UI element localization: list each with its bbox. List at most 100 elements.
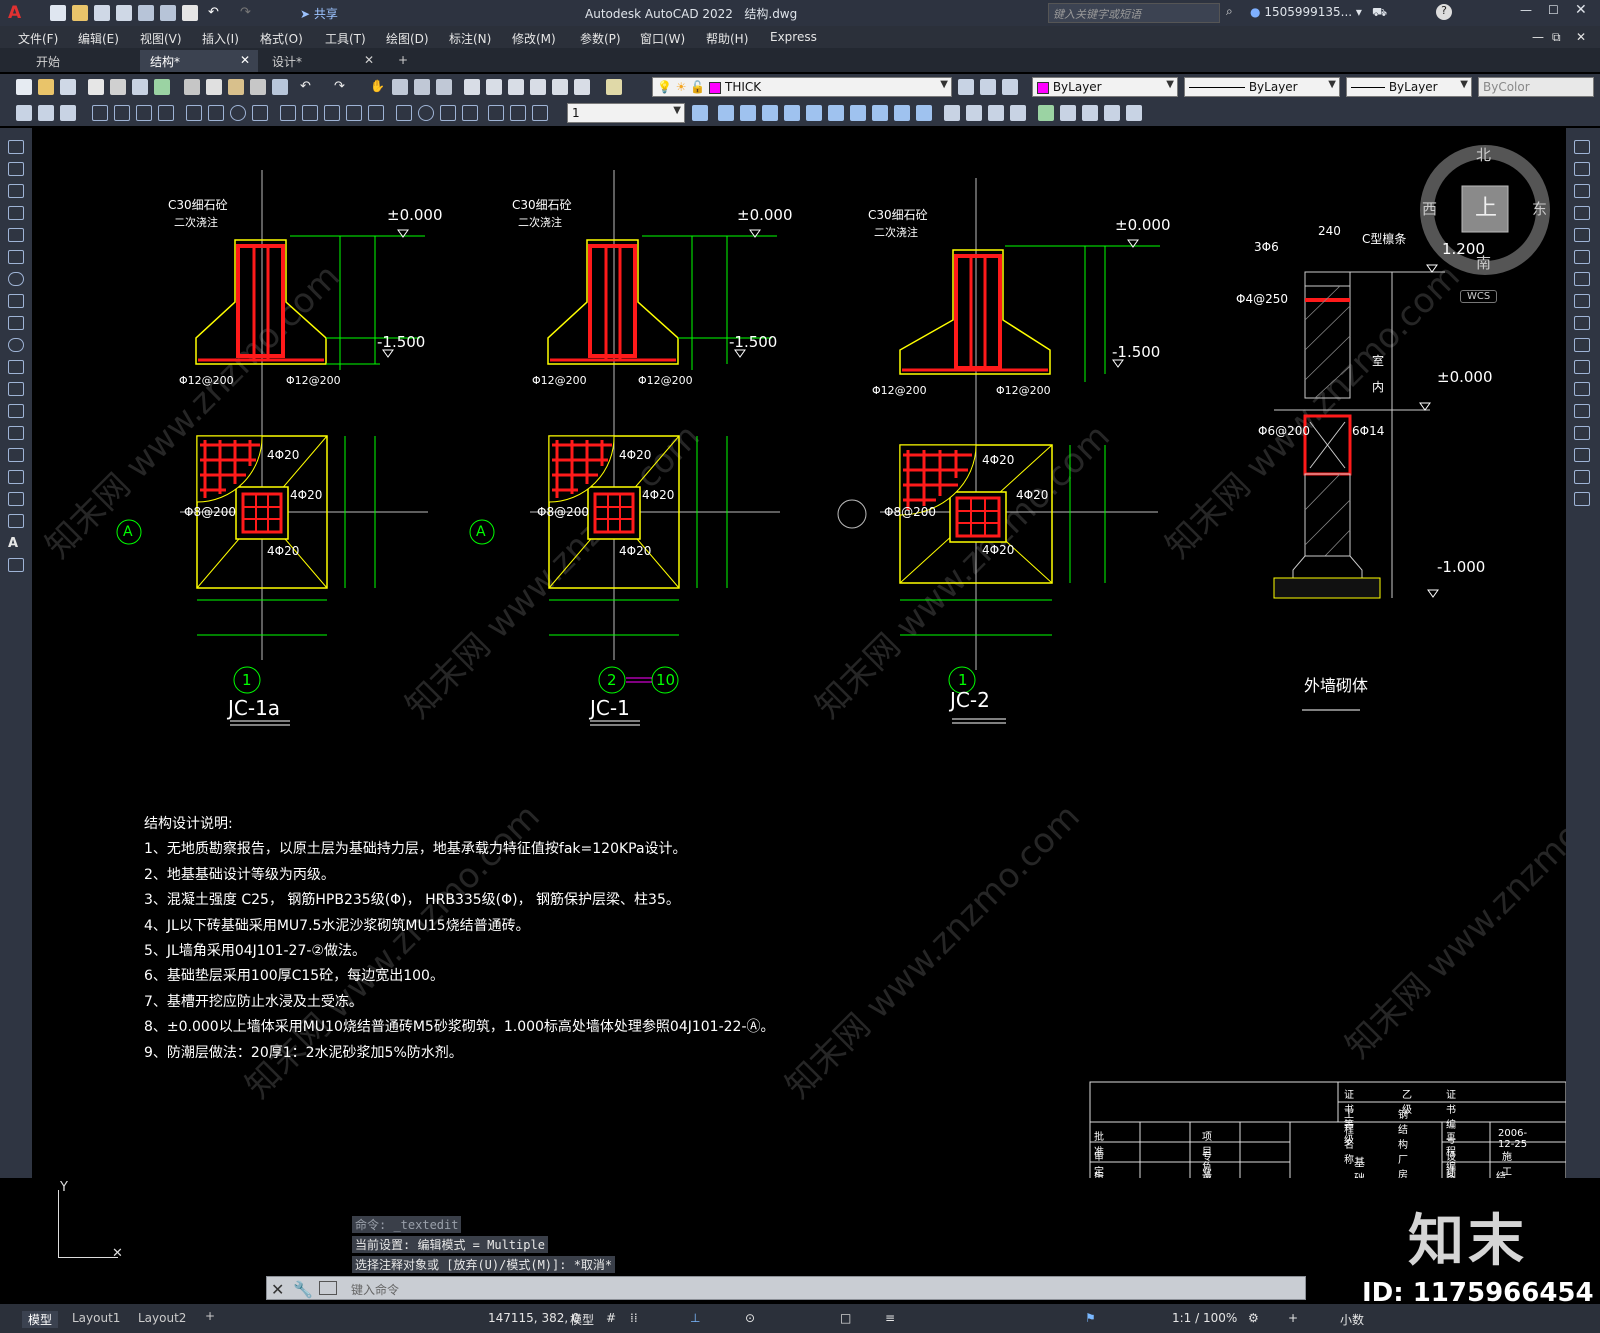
scale-icon[interactable] xyxy=(1574,294,1590,308)
tool-icon[interactable] xyxy=(38,105,54,121)
join-icon[interactable] xyxy=(1574,404,1590,418)
tool-icon[interactable] xyxy=(916,105,932,121)
lineweight-dropdown[interactable]: ByLayer ▼ xyxy=(1346,77,1472,97)
qnew-icon[interactable] xyxy=(16,79,32,95)
tool-icon[interactable] xyxy=(1038,105,1054,121)
open-file-icon[interactable] xyxy=(72,5,88,21)
zoom-window-icon[interactable] xyxy=(414,79,430,95)
model-space[interactable]: 模型 xyxy=(570,1311,594,1328)
circle-icon[interactable] xyxy=(8,272,24,286)
ellipse-arc-icon[interactable] xyxy=(8,360,24,374)
grid-icon[interactable]: # xyxy=(606,1311,616,1325)
offset-icon[interactable] xyxy=(1574,206,1590,220)
tab-close-icon[interactable]: ✕ xyxy=(240,53,250,67)
tool-icon[interactable] xyxy=(16,105,32,121)
3d-dwf-icon[interactable] xyxy=(154,79,170,95)
tab-close-icon[interactable]: ✕ xyxy=(364,53,374,67)
units[interactable]: 小数 xyxy=(1340,1311,1364,1328)
annotation-icon[interactable]: ⚑ xyxy=(1085,1311,1096,1325)
menu-parametric[interactable]: 参数(P) xyxy=(580,30,621,47)
blend-icon[interactable] xyxy=(1574,470,1590,484)
dim-edit-icon[interactable] xyxy=(488,105,504,121)
tool-icon[interactable] xyxy=(692,105,708,121)
calculator-icon[interactable] xyxy=(574,79,590,95)
new-tab-button[interactable]: + xyxy=(388,50,416,72)
rotate-icon[interactable] xyxy=(1574,272,1590,286)
layer-previous-icon[interactable] xyxy=(980,79,996,95)
annotation-scale[interactable]: 1:1 / 100% xyxy=(1172,1311,1237,1325)
tool-icon[interactable] xyxy=(894,105,910,121)
command-input[interactable]: ✕ 🔧 键入命令 xyxy=(266,1276,1306,1300)
copy-object-icon[interactable] xyxy=(1574,162,1590,176)
ellipse-icon[interactable] xyxy=(8,338,24,352)
make-block-icon[interactable] xyxy=(8,404,24,418)
doc-close-icon[interactable]: ✕ xyxy=(1576,30,1586,44)
polygon-icon[interactable] xyxy=(8,206,24,220)
color-dropdown[interactable]: ByLayer ▼ xyxy=(1032,77,1178,97)
open-web-icon[interactable] xyxy=(138,5,154,21)
add-selected-icon[interactable] xyxy=(8,558,24,572)
angular-icon[interactable] xyxy=(252,105,268,121)
design-center-icon[interactable] xyxy=(486,79,502,95)
close-command-icon[interactable]: ✕ xyxy=(271,1280,284,1299)
dimscale-dropdown[interactable]: 1 ▼ xyxy=(567,103,685,123)
help-icon[interactable]: ? xyxy=(1436,4,1452,20)
mirror-icon[interactable] xyxy=(1574,184,1590,198)
tool-icon[interactable] xyxy=(762,105,778,121)
tool-icon[interactable] xyxy=(1104,105,1120,121)
tab-structure[interactable]: 结构* ✕ xyxy=(140,50,258,72)
tool-icon[interactable] xyxy=(1010,105,1026,121)
tool-icon[interactable] xyxy=(1082,105,1098,121)
polyline-icon[interactable] xyxy=(8,184,24,198)
linetype-dropdown[interactable]: ByLayer ▼ xyxy=(1184,77,1340,97)
tool-icon[interactable] xyxy=(718,105,734,121)
menu-express[interactable]: Express xyxy=(770,30,817,44)
maximize-icon[interactable]: ☐ xyxy=(1548,3,1559,17)
lineweight-icon[interactable]: ≡ xyxy=(885,1311,895,1325)
break-icon[interactable] xyxy=(1574,382,1590,396)
baseline-icon[interactable] xyxy=(302,105,318,121)
layout-tab-1[interactable]: Layout1 xyxy=(72,1311,120,1325)
customize-icon[interactable]: 🔧 xyxy=(293,1280,313,1299)
center-mark-icon[interactable] xyxy=(418,105,434,121)
point-icon[interactable] xyxy=(8,426,24,440)
tool-icon[interactable] xyxy=(1126,105,1142,121)
ordinate-icon[interactable] xyxy=(158,105,174,121)
extend-icon[interactable] xyxy=(1574,360,1590,374)
menu-insert[interactable]: 插入(I) xyxy=(202,30,239,47)
tool-icon[interactable] xyxy=(740,105,756,121)
copy-icon[interactable] xyxy=(206,79,222,95)
plotstyle-dropdown[interactable]: ByColor xyxy=(1478,77,1594,97)
fillet-icon[interactable] xyxy=(1574,448,1590,462)
tool-icon[interactable] xyxy=(966,105,982,121)
line-icon[interactable] xyxy=(8,140,24,154)
block-editor-icon[interactable] xyxy=(272,79,288,95)
tab-design[interactable]: 设计* ✕ xyxy=(262,50,382,72)
erase-icon[interactable] xyxy=(1574,140,1590,154)
arc-icon[interactable] xyxy=(8,250,24,264)
array-icon[interactable] xyxy=(1574,228,1590,242)
layout-tab-2[interactable]: Layout2 xyxy=(138,1311,186,1325)
add-icon[interactable]: + xyxy=(1288,1311,1298,1325)
minimize-icon[interactable]: — xyxy=(1520,3,1532,17)
inspect-icon[interactable] xyxy=(440,105,456,121)
user-account[interactable]: ● 1505999135... ▾ xyxy=(1250,5,1362,19)
continue-icon[interactable] xyxy=(324,105,340,121)
add-layout-button[interactable]: + xyxy=(205,1309,215,1323)
doc-minimize-icon[interactable]: — xyxy=(1532,30,1544,44)
save-icon[interactable] xyxy=(94,5,110,21)
tolerance-icon[interactable] xyxy=(396,105,412,121)
construction-line-icon[interactable] xyxy=(8,162,24,176)
zoom-previous-icon[interactable] xyxy=(436,79,452,95)
revision-cloud-icon[interactable] xyxy=(8,294,24,308)
layer-dropdown[interactable]: 💡 ☀ 🔓 THICK ▼ xyxy=(652,77,952,97)
preview-icon[interactable] xyxy=(110,79,126,95)
aligned-dim-icon[interactable] xyxy=(114,105,130,121)
command-prompt-icon[interactable] xyxy=(319,1281,337,1295)
spline-icon[interactable] xyxy=(8,316,24,330)
new-file-icon[interactable] xyxy=(50,5,66,21)
match-prop-icon[interactable] xyxy=(250,79,266,95)
menu-edit[interactable]: 编辑(E) xyxy=(78,30,119,47)
trim-icon[interactable] xyxy=(1574,338,1590,352)
explode-icon[interactable] xyxy=(1574,492,1590,506)
